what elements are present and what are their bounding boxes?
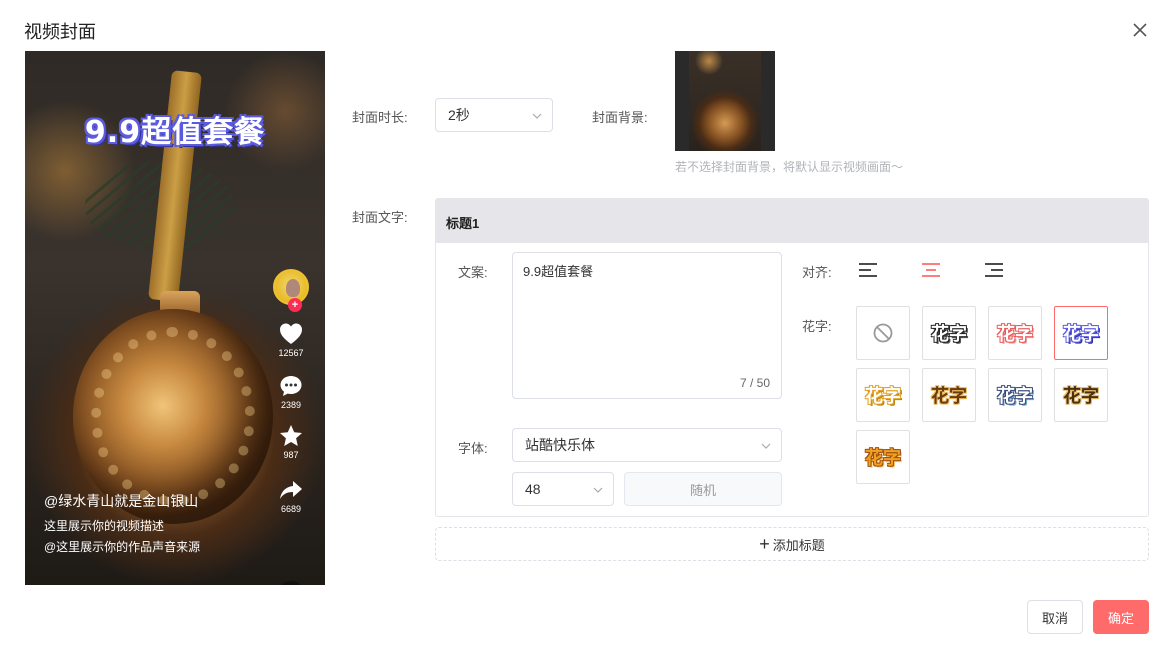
title-panel: 标题1 文案: 9.9超值套餐 7 / 50 字体: 站酷快乐体 48 随机 对… bbox=[435, 198, 1149, 517]
align-label: 对齐: bbox=[802, 265, 832, 280]
cover-text-label: 封面文字: bbox=[352, 210, 408, 225]
title-panel-header[interactable]: 标题1 bbox=[436, 199, 1148, 243]
font-select[interactable]: 站酷快乐体 bbox=[512, 428, 782, 462]
copy-char-count: 7 / 50 bbox=[739, 376, 770, 390]
video-music: @这里展示你的作品声音来源 bbox=[44, 540, 201, 554]
fx-option-7[interactable]: 花字 bbox=[988, 368, 1042, 422]
like-action[interactable]: 12567 bbox=[271, 321, 311, 358]
fx-option-4-selected[interactable]: 花字 bbox=[1054, 306, 1108, 360]
chevron-down-icon bbox=[532, 108, 542, 119]
share-action[interactable]: 6689 bbox=[271, 477, 311, 514]
background-thumbnail[interactable] bbox=[675, 51, 775, 151]
duration-select[interactable]: 2秒 bbox=[435, 98, 553, 132]
title-panel-header-text: 标题1 bbox=[446, 216, 480, 231]
background-thumbnail-image bbox=[689, 51, 761, 151]
heart-icon bbox=[280, 323, 302, 344]
tiktok-icon bbox=[277, 581, 305, 585]
video-preview: 9.9超值套餐 + 12567 2389 987 6689 @绿水青山就是金山银… bbox=[25, 51, 325, 585]
video-author: @绿水青山就是金山银山 bbox=[44, 493, 199, 509]
add-title-label: 添加标题 bbox=[772, 537, 825, 553]
font-size-value: 48 bbox=[525, 481, 541, 497]
avatar-face bbox=[286, 279, 300, 297]
fx-label: 花字: bbox=[802, 319, 832, 334]
close-icon[interactable] bbox=[1129, 19, 1151, 41]
fx-option-none[interactable] bbox=[856, 306, 910, 360]
cover-title-text: 9.9超值套餐 bbox=[84, 115, 266, 150]
align-left-icon[interactable] bbox=[857, 260, 881, 280]
like-count: 12567 bbox=[278, 348, 304, 358]
dialog-title: 视频封面 bbox=[24, 22, 96, 42]
video-description: 这里展示你的视频描述 bbox=[44, 519, 165, 533]
copy-textarea[interactable]: 9.9超值套餐 7 / 50 bbox=[512, 252, 782, 399]
comment-count: 2389 bbox=[280, 400, 302, 410]
copy-text: 9.9超值套餐 bbox=[523, 264, 594, 279]
random-button[interactable]: 随机 bbox=[624, 472, 782, 506]
avatar[interactable]: + bbox=[273, 269, 309, 312]
plus-icon: + bbox=[759, 534, 770, 554]
fx-option-2[interactable]: 花字 bbox=[922, 306, 976, 360]
comment-action[interactable]: 2389 bbox=[271, 373, 311, 410]
favorite-action[interactable]: 987 bbox=[271, 423, 311, 460]
duration-value: 2秒 bbox=[448, 107, 470, 123]
background-hint: 若不选择封面背景，将默认显示视频画面～ bbox=[675, 160, 904, 174]
fx-option-9[interactable]: 花字 bbox=[856, 430, 910, 484]
star-icon bbox=[280, 425, 302, 446]
font-size-select[interactable]: 48 bbox=[512, 472, 614, 506]
fx-option-3[interactable]: 花字 bbox=[988, 306, 1042, 360]
favorite-count: 987 bbox=[283, 450, 299, 460]
share-icon bbox=[280, 481, 302, 499]
comment-icon bbox=[280, 376, 302, 396]
add-title-button[interactable]: + 添加标题 bbox=[435, 527, 1149, 561]
share-count: 6689 bbox=[280, 504, 302, 514]
duration-label: 封面时长: bbox=[352, 110, 408, 125]
copy-label: 文案: bbox=[458, 265, 488, 280]
confirm-button[interactable]: 确定 bbox=[1093, 600, 1149, 634]
align-center-icon[interactable] bbox=[919, 260, 943, 280]
no-style-icon bbox=[873, 323, 893, 343]
fx-option-8[interactable]: 花字 bbox=[1054, 368, 1108, 422]
font-label: 字体: bbox=[458, 441, 488, 456]
chevron-down-icon bbox=[593, 482, 603, 493]
font-value: 站酷快乐体 bbox=[525, 437, 595, 453]
align-right-icon[interactable] bbox=[981, 260, 1005, 280]
fx-option-6[interactable]: 花字 bbox=[922, 368, 976, 422]
follow-plus-icon[interactable]: + bbox=[288, 298, 302, 312]
cancel-button[interactable]: 取消 bbox=[1027, 600, 1083, 634]
fx-option-5[interactable]: 花字 bbox=[856, 368, 910, 422]
chevron-down-icon bbox=[761, 438, 771, 449]
background-label: 封面背景: bbox=[592, 110, 648, 125]
